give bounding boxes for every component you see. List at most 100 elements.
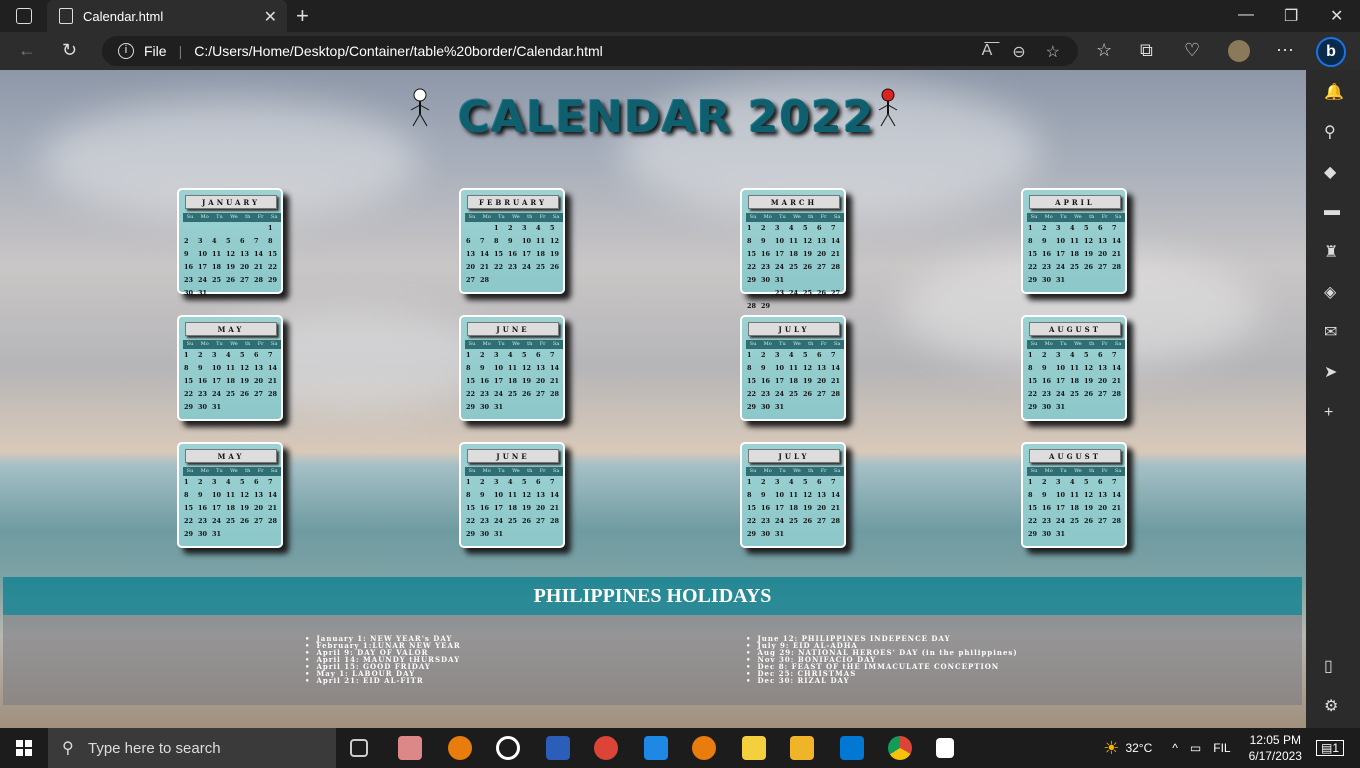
day-cell: 30 — [761, 403, 771, 411]
day-cell: 24 — [775, 390, 785, 398]
outlook-icon[interactable]: ✉ — [1324, 322, 1337, 342]
day-cell: 13 — [817, 491, 827, 499]
address-bar[interactable]: i File | C:/Users/Home/Desktop/Container… — [102, 36, 1078, 66]
task-view-icon[interactable] — [350, 739, 368, 757]
weekday-header: Su Mo Tu We th Fr Sa — [465, 340, 563, 349]
tray-chevron-icon[interactable]: ^ — [1172, 741, 1178, 755]
minimize-button[interactable]: — — [1238, 6, 1254, 24]
day-cell: 24 — [198, 276, 208, 284]
day-cell: 9 — [480, 364, 485, 372]
day-cell: 19 — [803, 250, 813, 258]
weekday-label: th — [808, 214, 814, 220]
new-tab-button[interactable]: + — [296, 3, 309, 29]
weekday-label: We — [230, 341, 238, 347]
month-card: JULY Su Mo Tu We th Fr Sa 1 2 3 4 5 6 7 8 9 10 11 12 13 14 15 1… — [740, 442, 846, 548]
day-cell: 25 — [789, 263, 799, 271]
back-button[interactable]: ← — [18, 40, 36, 61]
start-button[interactable] — [16, 740, 32, 756]
month-name: JULY — [748, 322, 840, 336]
weekday-label: Sa — [833, 468, 841, 474]
day-cell: 3 — [1056, 224, 1061, 232]
obs-icon[interactable] — [496, 736, 520, 760]
restore-button[interactable]: ❐ — [1284, 6, 1298, 26]
day-cell: 19 — [1084, 504, 1094, 512]
word-icon[interactable] — [546, 736, 570, 760]
performance-icon[interactable]: ♡ — [1184, 40, 1200, 61]
day-cell: 25 — [1070, 263, 1080, 271]
search-icon[interactable]: ⚲ — [1324, 122, 1336, 142]
weekday-label: Mo — [200, 341, 209, 347]
weekday-label: Fr — [257, 214, 264, 220]
day-grid: 1 2 3 4 5 6 7 8 9 10 11 12 13 14 15 16 17 18 19 20 21 22 23 24 2… — [746, 224, 844, 312]
weekday-label: th — [527, 341, 533, 347]
notifications-icon[interactable]: ▤1 — [1315, 740, 1344, 756]
zoom-icon[interactable]: ⊖ — [1012, 42, 1025, 62]
games-icon[interactable]: ♜ — [1324, 242, 1338, 262]
day-cell: 5 — [240, 351, 245, 359]
day-cell: 28 — [550, 390, 560, 398]
close-window-button[interactable]: ✕ — [1330, 6, 1343, 26]
notification-bell-icon[interactable]: 🔔 — [1324, 82, 1344, 102]
tab-actions-icon[interactable] — [16, 8, 32, 24]
notepad-icon[interactable] — [936, 738, 954, 758]
send-icon[interactable]: ➤ — [1324, 362, 1337, 382]
taskbar-search[interactable]: ⚲ Type here to search — [48, 728, 336, 768]
url-text[interactable]: C:/Users/Home/Desktop/Container/table%20… — [194, 43, 603, 59]
weekday-label: th — [1089, 214, 1095, 220]
day-cell: 5 — [1084, 478, 1089, 486]
bing-chat-button[interactable]: b — [1316, 37, 1346, 67]
day-cell: 17 — [775, 250, 785, 258]
info-icon[interactable]: i — [118, 43, 134, 59]
profile-avatar[interactable] — [1228, 40, 1250, 62]
shopping-tag-icon[interactable]: ◆ — [1324, 162, 1336, 182]
browser-tab[interactable]: Calendar.html ✕ — [47, 0, 287, 32]
clock[interactable]: 12:05 PM 6/17/2023 — [1249, 732, 1302, 764]
day-cell: 12 — [522, 491, 532, 499]
favorite-star-icon[interactable]: ☆ — [1046, 42, 1060, 62]
more-options-icon[interactable]: ⋯ — [1276, 40, 1294, 61]
day-cell: 24 — [212, 517, 222, 525]
sidebar-toggle-icon[interactable]: ▯ — [1324, 656, 1333, 676]
day-cell: 16 — [480, 377, 490, 385]
tools-icon[interactable]: ▬ — [1324, 202, 1340, 220]
network-icon[interactable]: ▭ — [1190, 741, 1201, 755]
day-cell — [253, 224, 267, 234]
day-cell: 7 — [831, 224, 836, 232]
day-cell: 17 — [775, 377, 785, 385]
microsoft365-icon[interactable]: ◈ — [1324, 282, 1336, 302]
paint-icon[interactable] — [398, 736, 422, 760]
chrome-profile-icon[interactable] — [594, 736, 618, 760]
chrome-icon[interactable] — [888, 736, 912, 760]
sticky-notes-icon[interactable] — [742, 736, 766, 760]
read-aloud-icon[interactable]: A͞ — [982, 42, 993, 62]
blender-icon[interactable] — [448, 736, 472, 760]
weekday-label: Tu — [1060, 341, 1067, 347]
refresh-button[interactable]: ↻ — [62, 40, 77, 61]
day-cell: 30 — [1042, 530, 1052, 538]
weekday-label: Mo — [200, 214, 209, 220]
file-explorer-icon[interactable] — [790, 736, 814, 760]
language-indicator[interactable]: FIL — [1213, 741, 1230, 755]
day-cell: 15 — [1028, 250, 1038, 258]
collections-icon[interactable]: ⧉ — [1140, 40, 1153, 61]
day-cell: 14 — [480, 250, 490, 258]
day-cell: 3 — [494, 351, 499, 359]
weekday-label: Su — [468, 341, 476, 347]
vscode-icon[interactable] — [840, 736, 864, 760]
day-cell: 23 — [1042, 517, 1052, 525]
app-icon[interactable] — [644, 736, 668, 760]
day-cell: 6 — [536, 478, 541, 486]
day-cell: 20 — [817, 504, 827, 512]
day-cell — [746, 289, 760, 299]
weather-temp[interactable]: 32°C — [1125, 741, 1152, 755]
blender-icon-2[interactable] — [692, 736, 716, 760]
day-cell: 19 — [550, 250, 560, 258]
add-sidebar-icon[interactable]: + — [1324, 404, 1333, 422]
day-cell: 20 — [817, 377, 827, 385]
close-tab-icon[interactable]: ✕ — [264, 7, 277, 27]
settings-gear-icon[interactable]: ⚙ — [1324, 696, 1338, 716]
weather-icon[interactable]: ☀ — [1103, 738, 1119, 759]
day-cell: 13 — [254, 364, 264, 372]
favorites-icon[interactable]: ☆ — [1096, 40, 1112, 61]
weekday-label: Tu — [216, 468, 223, 474]
